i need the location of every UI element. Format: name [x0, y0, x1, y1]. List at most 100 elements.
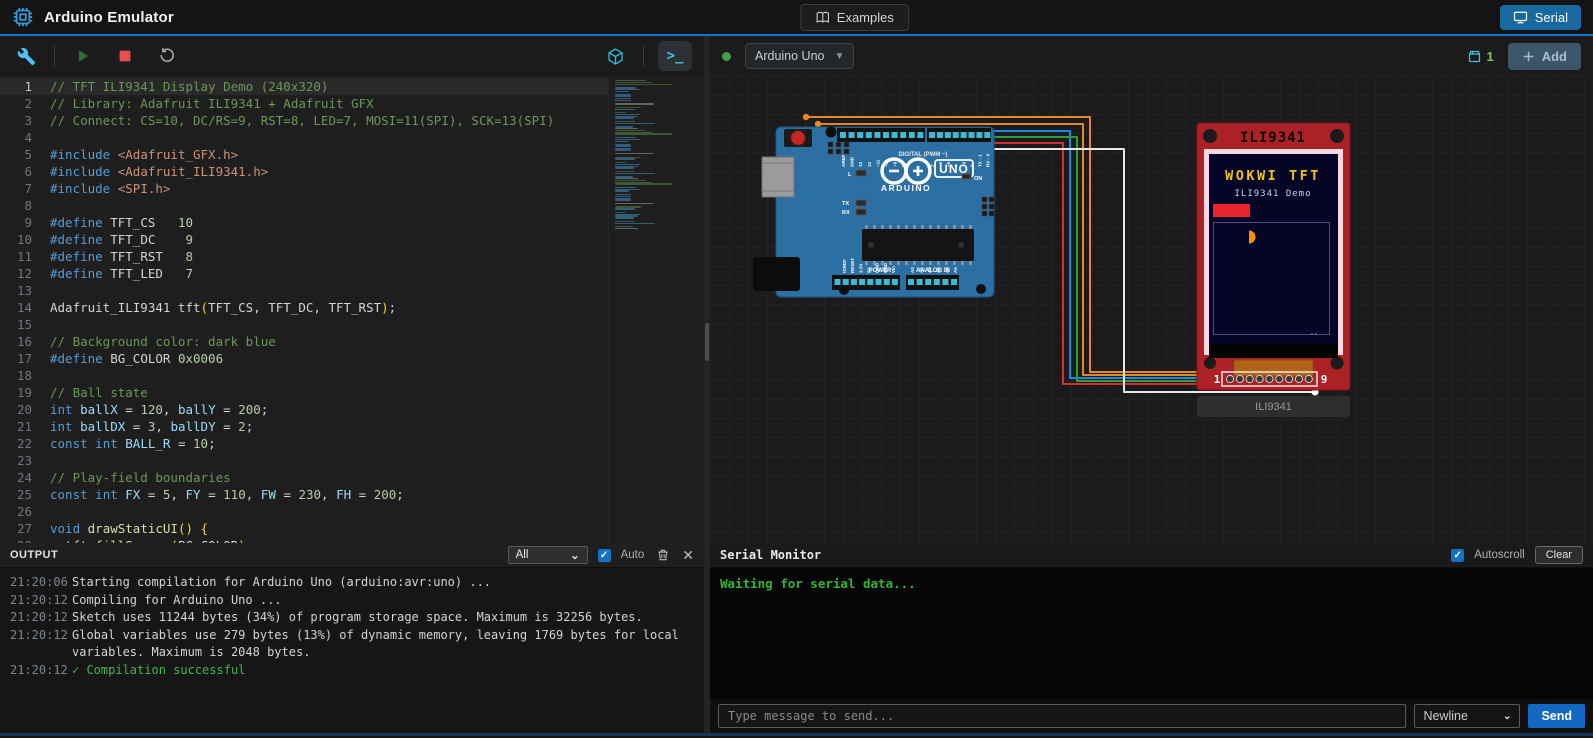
- atmega-ic[interactable]: [862, 225, 974, 265]
- display-pin[interactable]: [1226, 375, 1233, 382]
- code-area[interactable]: 1// TFT ILI9341 Display Demo (240x320)2/…: [0, 76, 608, 543]
- pin[interactable]: [984, 132, 990, 138]
- pin[interactable]: [961, 132, 967, 138]
- send-button[interactable]: Send: [1528, 704, 1585, 728]
- code-line[interactable]: 1// TFT ILI9341 Display Demo (240x320): [0, 78, 608, 95]
- pin[interactable]: [909, 132, 915, 138]
- pin[interactable]: [892, 132, 898, 138]
- run-button[interactable]: [69, 42, 97, 70]
- code-line[interactable]: 18: [0, 367, 608, 384]
- build-wrench-button[interactable]: [12, 42, 40, 70]
- minimap[interactable]: [608, 76, 704, 543]
- pin[interactable]: [843, 279, 849, 285]
- code-line[interactable]: 9#define TFT_CS 10: [0, 214, 608, 231]
- reset-button[interactable]: [791, 131, 805, 145]
- serial-toggle-button[interactable]: Serial: [1500, 5, 1581, 30]
- bottom-splitter[interactable]: [704, 543, 710, 733]
- code-line[interactable]: 21int ballDX = 3, ballDY = 2;: [0, 418, 608, 435]
- pin[interactable]: [884, 279, 890, 285]
- pin[interactable]: [851, 279, 857, 285]
- pin[interactable]: [917, 132, 923, 138]
- pin[interactable]: [937, 132, 943, 138]
- clear-serial-button[interactable]: Clear: [1535, 546, 1583, 564]
- display-pin[interactable]: [1276, 375, 1283, 382]
- display-pin[interactable]: [1295, 375, 1302, 382]
- pin[interactable]: [876, 279, 882, 285]
- display-pin[interactable]: [1256, 375, 1263, 382]
- serial-message-input[interactable]: [718, 704, 1406, 728]
- pin[interactable]: [908, 279, 914, 285]
- pin[interactable]: [900, 132, 906, 138]
- code-line[interactable]: 22const int BALL_R = 10;: [0, 435, 608, 452]
- pin[interactable]: [849, 132, 855, 138]
- pin[interactable]: [953, 132, 959, 138]
- pin[interactable]: [866, 132, 872, 138]
- code-line[interactable]: 8: [0, 197, 608, 214]
- display-pin[interactable]: [1286, 375, 1293, 382]
- code-line[interactable]: 24// Play-field boundaries: [0, 469, 608, 486]
- pin[interactable]: [874, 132, 880, 138]
- output-log[interactable]: 21:20:06Starting compilation for Arduino…: [0, 568, 704, 733]
- serial-output[interactable]: Waiting for serial data...: [710, 568, 1593, 699]
- code-line[interactable]: 6#include <Adafruit_ILI9341.h>: [0, 163, 608, 180]
- add-part-button[interactable]: Add: [1508, 43, 1581, 70]
- diagram-3d-button[interactable]: [601, 42, 629, 70]
- code-line[interactable]: 5#include <Adafruit_GFX.h>: [0, 146, 608, 163]
- pin[interactable]: [892, 279, 898, 285]
- code-line[interactable]: 12#define TFT_LED 7: [0, 265, 608, 282]
- pin[interactable]: [867, 279, 873, 285]
- code-line[interactable]: 10#define TFT_DC 9: [0, 231, 608, 248]
- clear-output-button[interactable]: [654, 546, 672, 564]
- code-line[interactable]: 4: [0, 129, 608, 146]
- display-pin[interactable]: [1266, 375, 1273, 382]
- output-filter-select[interactable]: All ⌄: [508, 546, 588, 564]
- code-line[interactable]: 23: [0, 452, 608, 469]
- pin[interactable]: [934, 279, 940, 285]
- pin[interactable]: [942, 279, 948, 285]
- pin[interactable]: [925, 279, 931, 285]
- pin[interactable]: [951, 279, 957, 285]
- close-output-icon[interactable]: ✕: [682, 547, 694, 564]
- pin[interactable]: [883, 132, 889, 138]
- code-line[interactable]: 17#define BG_COLOR 0x0006: [0, 350, 608, 367]
- code-line[interactable]: 16// Background color: dark blue: [0, 333, 608, 350]
- code-line[interactable]: 14Adafruit_ILI9341 tft(TFT_CS, TFT_DC, T…: [0, 299, 608, 316]
- ili9341-module[interactable]: ILI9341 WOKWI TFT ILI9341 Demo: [1197, 123, 1350, 390]
- display-pin[interactable]: [1236, 375, 1243, 382]
- code-line[interactable]: 20int ballX = 120, ballY = 200;: [0, 401, 608, 418]
- diagram-canvas[interactable]: AREFGND1312~11~10~987~6~54~32TX→1RX←0 DI…: [710, 76, 1593, 543]
- line-ending-select[interactable]: Newline ⌄: [1414, 704, 1520, 728]
- code-line[interactable]: 13: [0, 282, 608, 299]
- terminal-toggle-button[interactable]: >_: [658, 41, 692, 71]
- code-line[interactable]: 26: [0, 503, 608, 520]
- display-pin[interactable]: [1305, 375, 1312, 382]
- pin[interactable]: [859, 279, 865, 285]
- board-select[interactable]: Arduino Uno ▼: [745, 43, 854, 69]
- examples-button[interactable]: Examples: [800, 4, 909, 31]
- pin[interactable]: [857, 132, 863, 138]
- display-pin[interactable]: [1246, 375, 1253, 382]
- pin[interactable]: [969, 132, 975, 138]
- stop-button[interactable]: [111, 42, 139, 70]
- power-header[interactable]: [832, 275, 900, 290]
- auto-checkbox[interactable]: ✓: [598, 549, 611, 562]
- wire-endpoint[interactable]: [803, 114, 809, 120]
- splitter-handle[interactable]: [705, 323, 709, 361]
- code-editor[interactable]: 1// TFT ILI9341 Display Demo (240x320)2/…: [0, 76, 704, 543]
- pin[interactable]: [976, 132, 982, 138]
- code-line[interactable]: 2// Library: Adafruit ILI9341 + Adafruit…: [0, 95, 608, 112]
- code-line[interactable]: 15: [0, 316, 608, 333]
- pin[interactable]: [917, 279, 923, 285]
- code-line[interactable]: 3// Connect: CS=10, DC/RS=9, RST=8, LED=…: [0, 112, 608, 129]
- wire-endpoint[interactable]: [815, 121, 821, 127]
- pin[interactable]: [840, 132, 846, 138]
- restart-button[interactable]: [153, 42, 181, 70]
- autoscroll-checkbox[interactable]: ✓: [1451, 549, 1464, 562]
- pin[interactable]: [945, 132, 951, 138]
- code-line[interactable]: 19// Ball state: [0, 384, 608, 401]
- code-line[interactable]: 11#define TFT_RST 8: [0, 248, 608, 265]
- code-line[interactable]: 25const int FX = 5, FY = 110, FW = 230, …: [0, 486, 608, 503]
- pin[interactable]: [929, 132, 935, 138]
- code-line[interactable]: 27void drawStaticUI() {: [0, 520, 608, 537]
- pin[interactable]: [835, 279, 841, 285]
